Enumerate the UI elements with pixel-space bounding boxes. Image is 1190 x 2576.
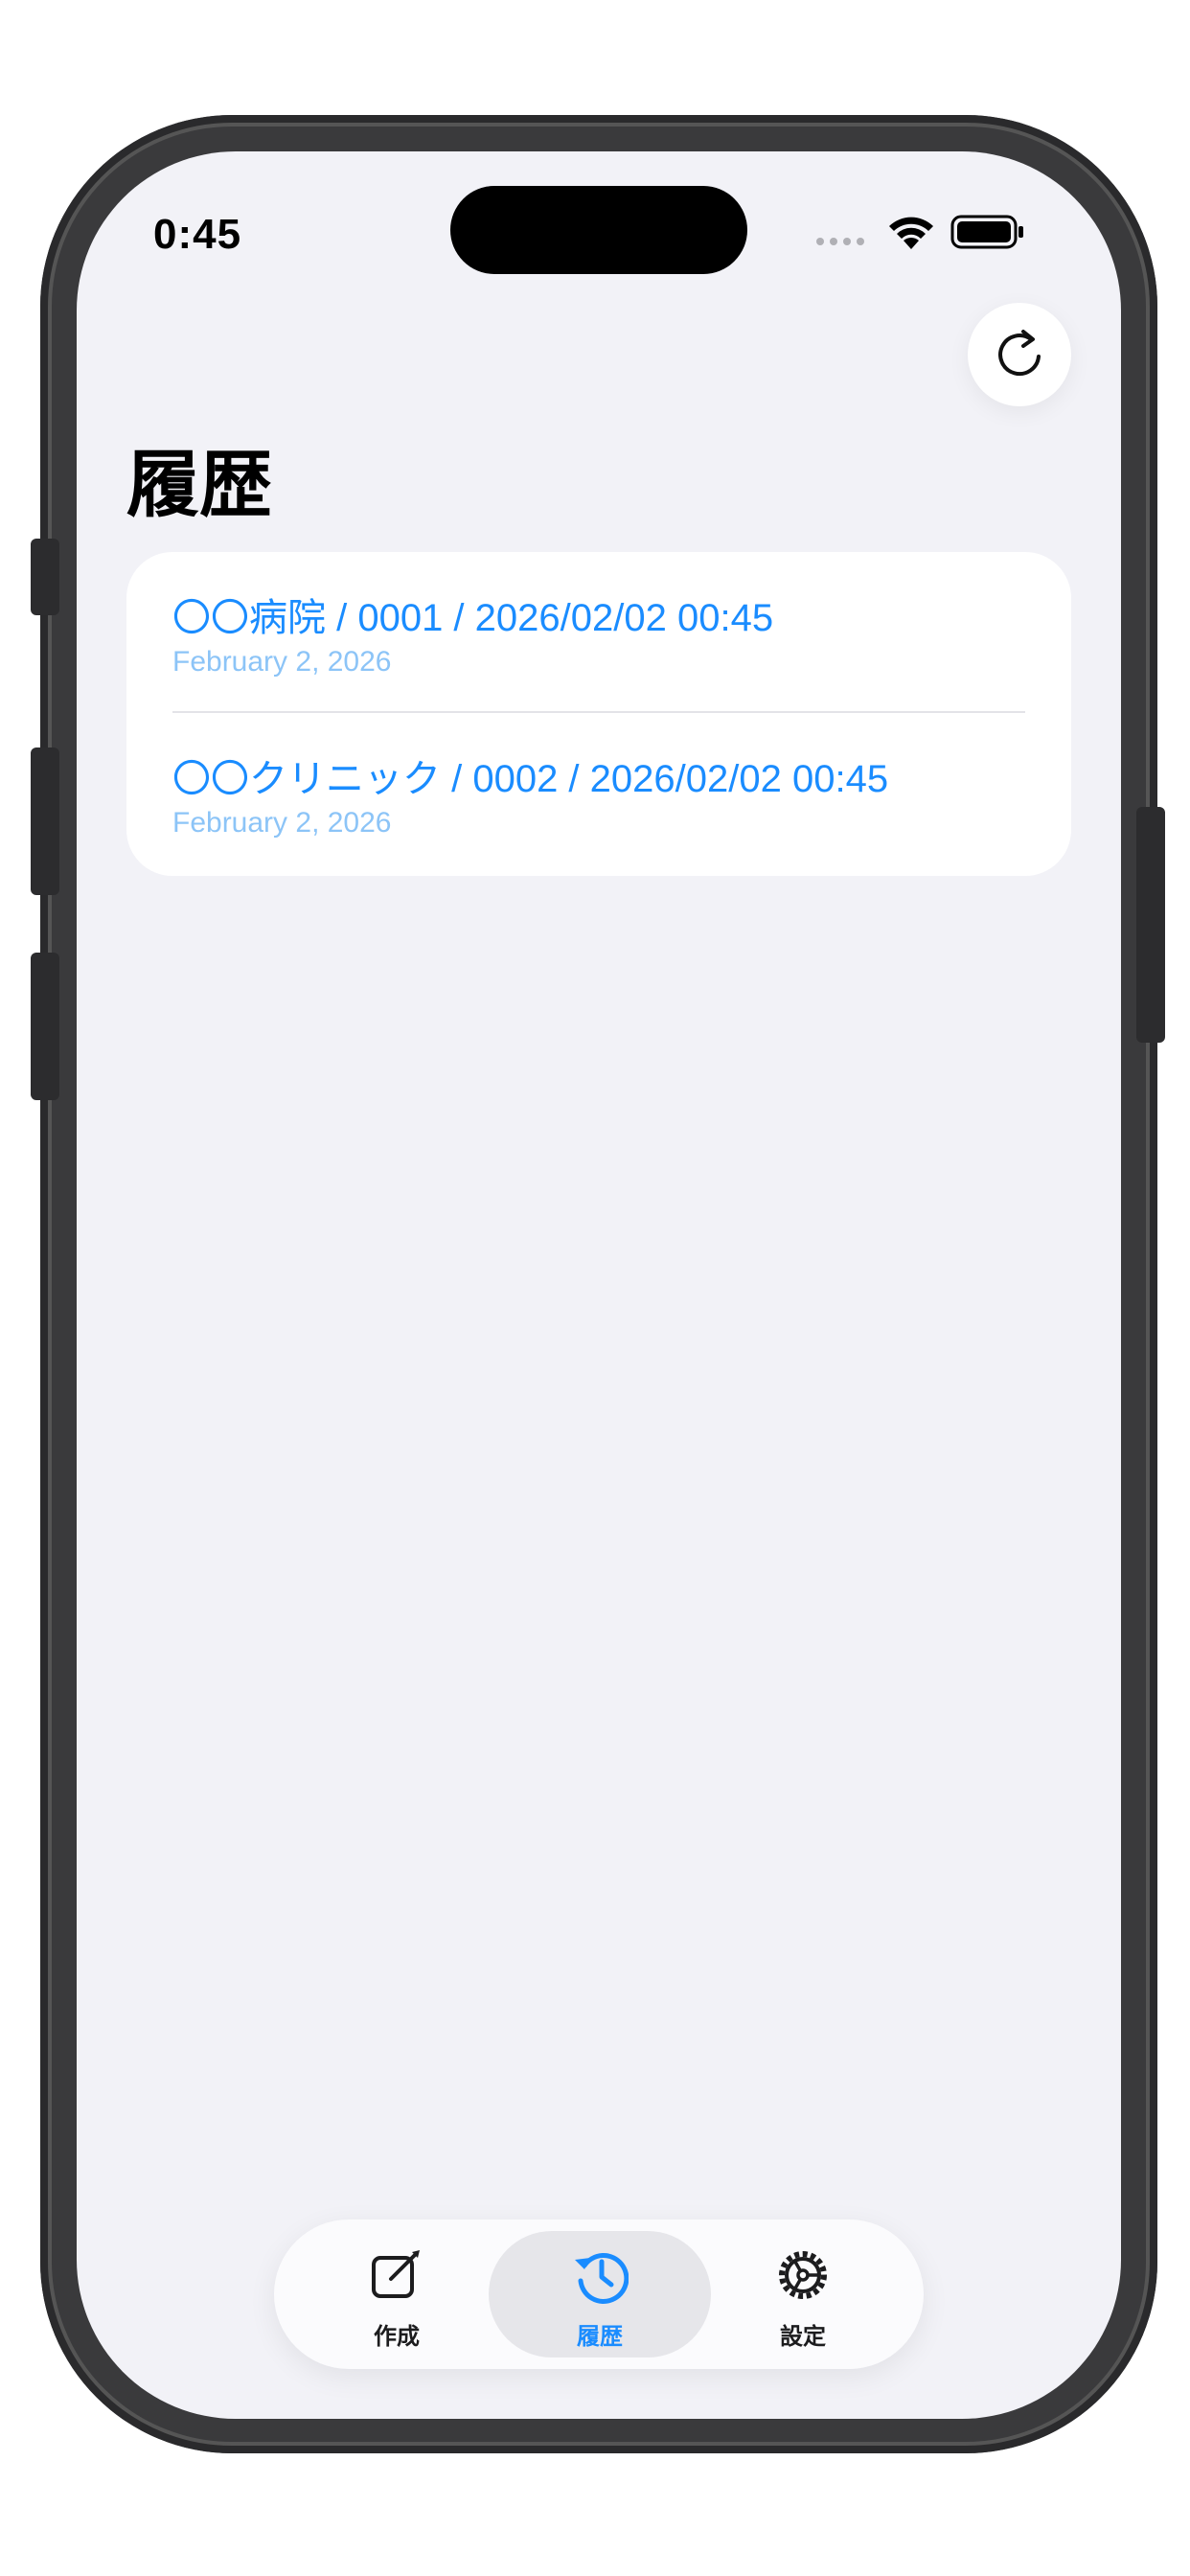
action-button	[31, 539, 59, 615]
tab-create-label: 作成	[374, 2324, 420, 2350]
wifi-icon	[889, 217, 933, 249]
battery-icon	[950, 215, 1023, 249]
volume-down-button	[31, 953, 59, 1100]
refresh-button[interactable]	[968, 303, 1071, 406]
tab-settings[interactable]: 設定	[707, 2220, 899, 2369]
settings-gear-icon	[779, 2251, 827, 2299]
history-list-item[interactable]: 〇〇病院 / 0001 / 2026/02/02 00:45 February …	[172, 552, 1025, 713]
tab-history-label: 履歴	[577, 2324, 623, 2350]
status-time: 0:45	[153, 211, 242, 258]
history-icon	[575, 2252, 629, 2304]
tab-bar: 作成 履歴 設定	[274, 2220, 924, 2369]
page-title: 履歴	[126, 445, 272, 526]
tab-history[interactable]: 履歴	[504, 2220, 696, 2369]
power-button	[1136, 807, 1165, 1043]
tab-settings-label: 設定	[780, 2324, 826, 2350]
dynamic-island	[450, 186, 747, 274]
cellular-signal-icon	[816, 238, 864, 245]
tab-create[interactable]: 作成	[301, 2220, 492, 2369]
history-list: 〇〇病院 / 0001 / 2026/02/02 00:45 February …	[126, 552, 1071, 876]
compose-icon	[372, 2250, 420, 2298]
history-item-date: February 2, 2026	[172, 646, 392, 678]
history-item-title: 〇〇病院 / 0001 / 2026/02/02 00:45	[172, 597, 774, 639]
refresh-icon	[998, 330, 1041, 377]
history-list-item[interactable]: 〇〇クリニック / 0002 / 2026/02/02 00:45 Februa…	[172, 713, 1025, 874]
history-item-title: 〇〇クリニック / 0002 / 2026/02/02 00:45	[172, 758, 889, 800]
volume-up-button	[31, 748, 59, 895]
history-item-date: February 2, 2026	[172, 807, 392, 839]
